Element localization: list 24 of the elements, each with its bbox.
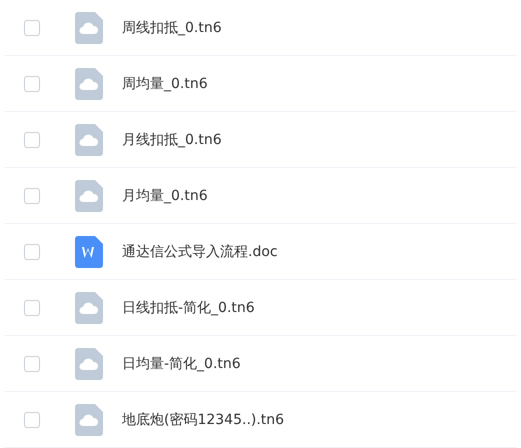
file-name[interactable]: 月均量_0.tn6 (122, 186, 208, 204)
checkbox[interactable] (24, 20, 40, 36)
checkbox[interactable] (24, 300, 40, 316)
cloud-file-icon (75, 348, 103, 380)
checkbox[interactable] (24, 76, 40, 92)
word-document-icon (75, 236, 103, 268)
checkbox[interactable] (24, 188, 40, 204)
checkbox[interactable] (24, 412, 40, 428)
cloud-file-icon (75, 404, 103, 436)
cloud-file-icon (75, 124, 103, 156)
file-name[interactable]: 日线扣抵-简化_0.tn6 (122, 298, 255, 316)
checkbox[interactable] (24, 244, 40, 260)
cloud-file-icon (75, 68, 103, 100)
cloud-file-icon (75, 180, 103, 212)
checkbox[interactable] (24, 132, 40, 148)
file-name[interactable]: 通达信公式导入流程.doc (122, 242, 278, 260)
file-name[interactable]: 周线扣抵_0.tn6 (122, 18, 222, 36)
checkbox[interactable] (24, 356, 40, 372)
cloud-file-icon (75, 292, 103, 324)
cloud-file-icon (75, 12, 103, 44)
file-name[interactable]: 地底炮(密码12345..).tn6 (122, 410, 284, 428)
file-name[interactable]: 周均量_0.tn6 (122, 74, 208, 92)
file-name[interactable]: 日均量-简化_0.tn6 (122, 354, 241, 372)
file-name[interactable]: 月线扣抵_0.tn6 (122, 130, 222, 148)
